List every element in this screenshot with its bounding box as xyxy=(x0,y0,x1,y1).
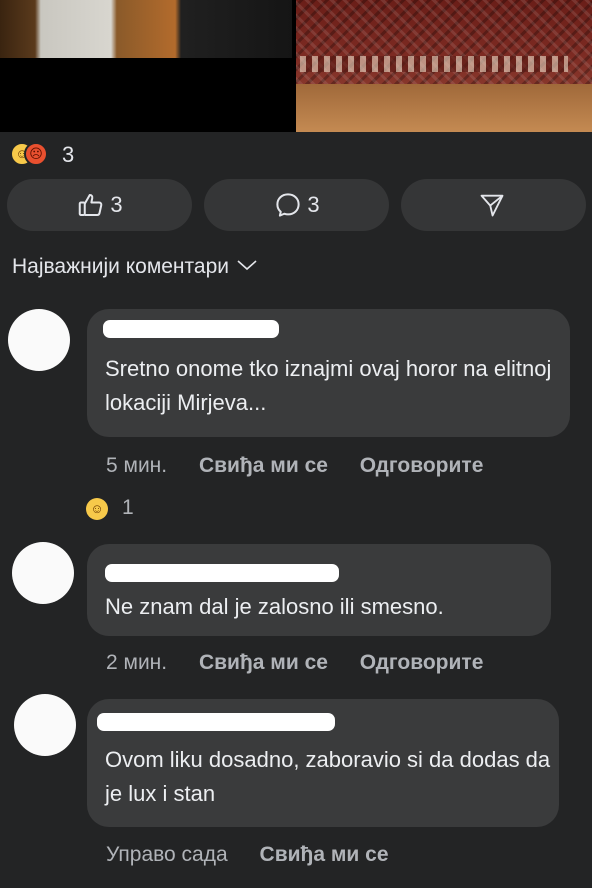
comment-bubble: Ovom liku dosadno, zaboravio si da dodas… xyxy=(87,699,559,827)
comment-meta: 5 мин. Свиђа ми се Одговорите xyxy=(106,454,483,478)
angry-emoji-icon: ☹ xyxy=(24,142,48,166)
reply-button[interactable]: Одговорите xyxy=(360,454,484,477)
comment-count: 3 xyxy=(307,192,320,217)
thumbs-up-icon xyxy=(76,190,106,220)
photo-floor xyxy=(296,84,592,132)
reactions-count[interactable]: 3 xyxy=(62,142,74,168)
share-button[interactable] xyxy=(401,179,586,231)
photo-room[interactable] xyxy=(0,0,292,58)
comment-time[interactable]: 5 мин. xyxy=(106,454,167,477)
chevron-down-icon xyxy=(235,255,259,279)
comment-reaction-count: 1 xyxy=(122,496,134,519)
avatar[interactable] xyxy=(14,694,76,756)
share-send-icon xyxy=(478,191,506,219)
like-comment-button[interactable]: Свиђа ми се xyxy=(199,454,328,477)
comment-text: Sretno onome tko iznajmi ovaj horor na e… xyxy=(105,356,552,415)
comment-text: Ovom liku dosadno, zaboravio si da dodas… xyxy=(105,747,551,806)
comments-sort-dropdown[interactable]: Најважнији коментари xyxy=(12,255,259,279)
like-comment-button[interactable]: Свиђа ми се xyxy=(199,651,328,674)
avatar[interactable] xyxy=(8,309,70,371)
like-comment-button[interactable]: Свиђа ми се xyxy=(260,843,389,866)
post-photos[interactable] xyxy=(0,0,592,132)
comment-bubble: Sretno onome tko iznajmi ovaj horor na e… xyxy=(87,309,570,437)
avatar[interactable] xyxy=(12,542,74,604)
comment-bubble-icon xyxy=(273,190,303,220)
carpet-border xyxy=(300,56,568,72)
like-count: 3 xyxy=(110,192,123,217)
photo-room-dark xyxy=(0,58,292,132)
comment-text: Ne znam dal je zalosno ili smesno. xyxy=(105,594,444,619)
redacted-author-name[interactable] xyxy=(97,713,335,731)
like-button[interactable]: 3 xyxy=(7,179,192,231)
redacted-author-name[interactable] xyxy=(105,564,339,582)
comment-button[interactable]: 3 xyxy=(204,179,389,231)
comment-meta: Управо сада Свиђа ми се xyxy=(106,843,389,867)
comment-time[interactable]: Управо сада xyxy=(106,843,228,866)
comment-time[interactable]: 2 мин. xyxy=(106,651,167,674)
reply-button[interactable]: Одговорите xyxy=(360,651,484,674)
comment-meta: 2 мин. Свиђа ми се Одговорите xyxy=(106,651,483,675)
comment-bubble: Ne znam dal je zalosno ili smesno. xyxy=(87,544,551,636)
haha-emoji-icon: ☺ xyxy=(86,498,108,520)
sort-label: Најважнији коментари xyxy=(12,255,230,278)
redacted-author-name[interactable] xyxy=(103,320,279,338)
